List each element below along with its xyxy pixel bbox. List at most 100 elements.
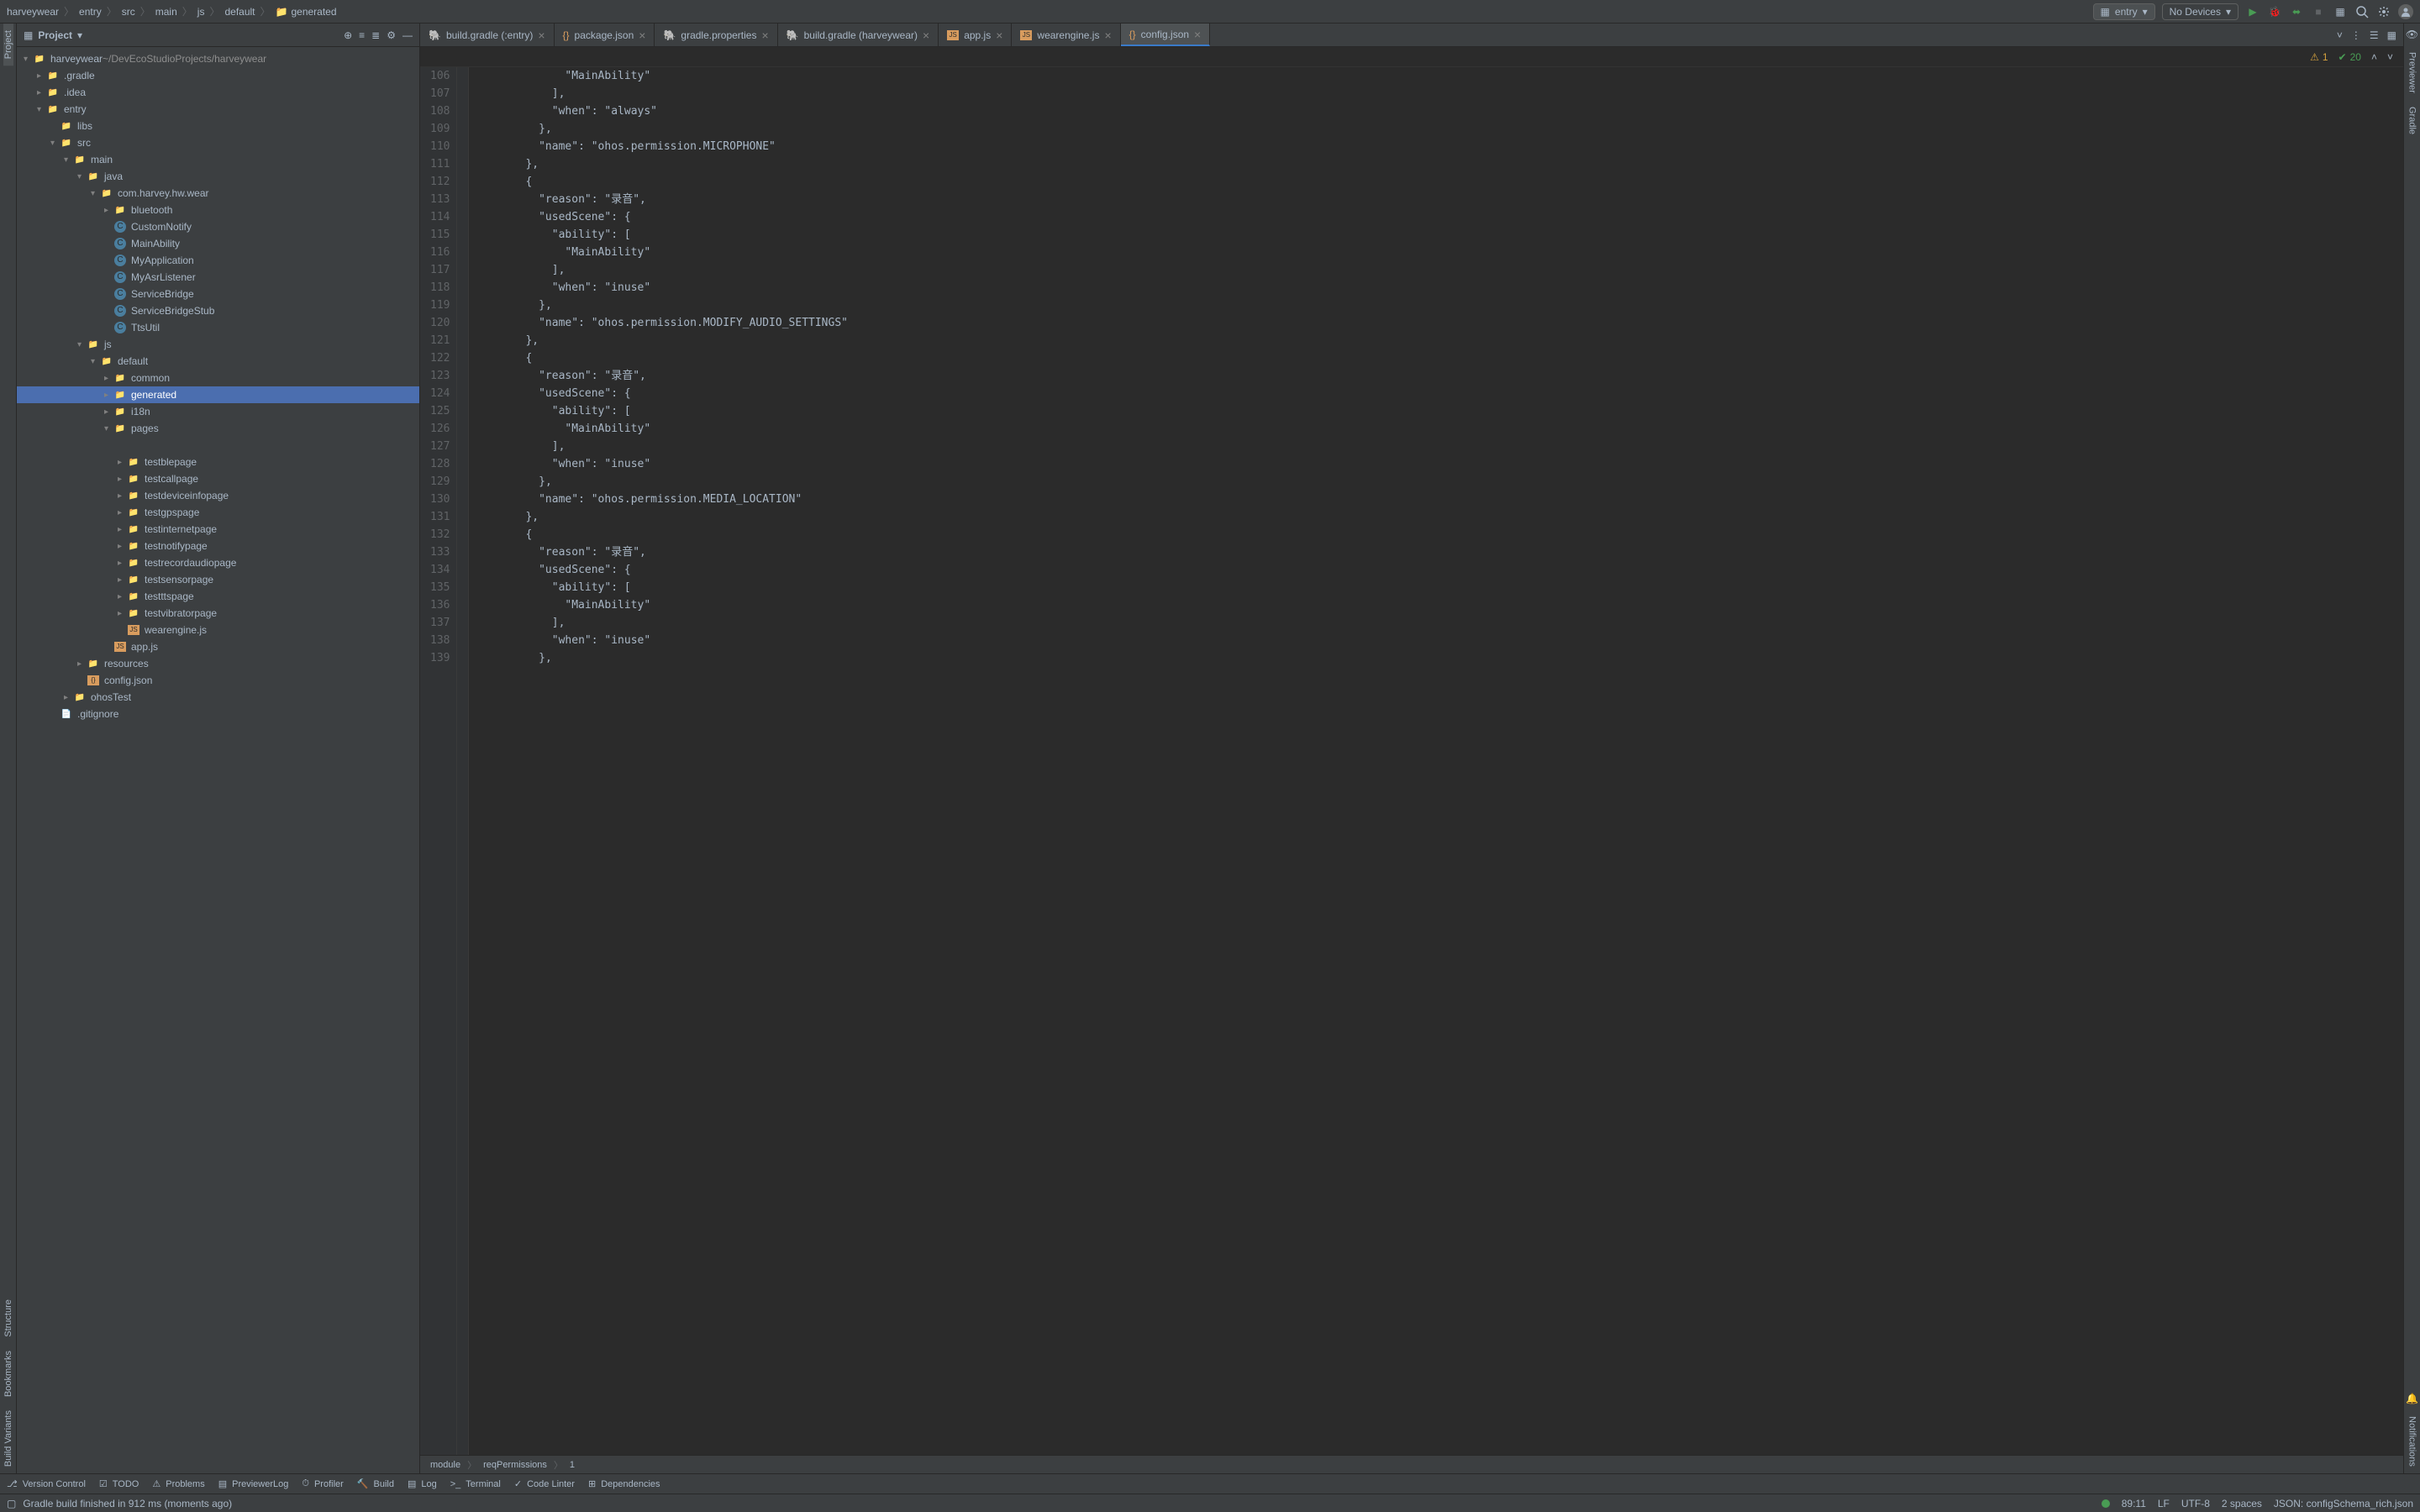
tree-arrow-icon[interactable]: ▾ xyxy=(91,189,101,198)
code-line[interactable]: }, xyxy=(486,155,848,173)
tree-node-bluetooth[interactable]: ▸📁bluetooth xyxy=(17,202,419,218)
tree-arrow-icon[interactable]: ▸ xyxy=(118,542,128,551)
close-icon[interactable]: × xyxy=(538,29,544,42)
code-line[interactable]: }, xyxy=(486,120,848,138)
tree-arrow-icon[interactable]: ▸ xyxy=(118,491,128,501)
tree-node-testdeviceinfopage[interactable]: ▸📁testdeviceinfopage xyxy=(17,487,419,504)
tree-node-com-harvey-hw-wear[interactable]: ▾📁com.harvey.hw.wear xyxy=(17,185,419,202)
code-line[interactable]: "reason": "录音", xyxy=(486,191,848,208)
tree-node-main[interactable]: ▾📁main xyxy=(17,151,419,168)
editor-tab[interactable]: {}package.json× xyxy=(555,24,655,46)
close-icon[interactable]: × xyxy=(639,29,645,42)
code-line[interactable]: "ability": [ xyxy=(486,226,848,244)
tree-arrow-icon[interactable]: ▸ xyxy=(118,609,128,618)
tree-arrow-icon[interactable]: ▾ xyxy=(50,139,60,148)
status-icon[interactable]: ▢ xyxy=(7,1498,16,1509)
code-line[interactable]: }, xyxy=(486,508,848,526)
code-line[interactable]: "MainAbility" xyxy=(486,244,848,261)
tree-node-i18n[interactable]: ▸📁i18n xyxy=(17,403,419,420)
editor-crumb-item[interactable]: module xyxy=(430,1460,460,1470)
bookmarks-tool-tab[interactable]: Bookmarks xyxy=(3,1344,13,1404)
tree-node-MyAsrListener[interactable]: CMyAsrListener xyxy=(17,269,419,286)
code-line[interactable]: "reason": "录音", xyxy=(486,367,848,385)
more-icon[interactable]: ⋮ xyxy=(2351,29,2361,41)
code-line[interactable]: "name": "ohos.permission.MEDIA_LOCATION" xyxy=(486,491,848,508)
tree-node-testinternetpage[interactable]: ▸📁testinternetpage xyxy=(17,521,419,538)
tree-arrow-icon[interactable]: ▸ xyxy=(104,206,114,215)
tree-arrow-icon[interactable]: ▾ xyxy=(77,172,87,181)
code-line[interactable]: { xyxy=(486,173,848,191)
breadcrumb-item[interactable]: generated xyxy=(291,6,336,18)
close-icon[interactable]: × xyxy=(1104,29,1111,42)
code-line[interactable]: ], xyxy=(486,614,848,632)
status-indicator-icon[interactable] xyxy=(2102,1499,2110,1508)
code-line[interactable]: "MainAbility" xyxy=(486,420,848,438)
tree-node-harveywear[interactable]: ▾📁harveywear ~/DevEcoStudioProjects/harv… xyxy=(17,50,419,67)
prev-highlight-icon[interactable]: ˄ xyxy=(2371,51,2377,63)
bottom-tool-problems[interactable]: ⚠Problems xyxy=(152,1478,204,1489)
attach-debugger-button[interactable]: ⬌ xyxy=(2289,4,2304,19)
preview-icon[interactable]: ▦ xyxy=(2387,29,2396,41)
editor-tab[interactable]: 🐘build.gradle (:entry)× xyxy=(420,24,555,46)
tree-node-testrecordaudiopage[interactable]: ▸📁testrecordaudiopage xyxy=(17,554,419,571)
file-encoding[interactable]: UTF-8 xyxy=(2181,1498,2210,1509)
close-icon[interactable]: × xyxy=(923,29,929,42)
code-line[interactable]: "MainAbility" xyxy=(486,67,848,85)
code-line[interactable]: }, xyxy=(486,297,848,314)
tree-node-CustomNotify[interactable]: CCustomNotify xyxy=(17,218,419,235)
code-content[interactable]: "MainAbility" ], "when": "always" }, "na… xyxy=(469,67,848,1455)
breadcrumb-item[interactable]: harveywear xyxy=(7,6,59,18)
code-line[interactable]: "when": "inuse" xyxy=(486,455,848,473)
tree-node-common[interactable]: ▸📁common xyxy=(17,370,419,386)
tree-node-wearengine-js[interactable]: JSwearengine.js xyxy=(17,622,419,638)
code-line[interactable]: { xyxy=(486,526,848,543)
close-icon[interactable]: × xyxy=(1194,28,1201,41)
run-config-selector[interactable]: ▦ entry ▾ xyxy=(2093,3,2155,20)
code-line[interactable]: "usedScene": { xyxy=(486,208,848,226)
next-highlight-icon[interactable]: ˅ xyxy=(2387,51,2393,63)
close-icon[interactable]: × xyxy=(761,29,768,42)
line-separator[interactable]: LF xyxy=(2158,1498,2170,1509)
code-line[interactable]: { xyxy=(486,349,848,367)
previewer-eye-icon[interactable]: 👁 xyxy=(2406,24,2418,45)
tree-arrow-icon[interactable]: ▸ xyxy=(77,659,87,669)
tree-arrow-icon[interactable]: ▸ xyxy=(37,88,47,97)
breadcrumb-item[interactable]: default xyxy=(224,6,255,18)
close-icon[interactable]: × xyxy=(996,29,1002,42)
code-editor[interactable]: 1061071081091101111121131141151161171181… xyxy=(420,67,2403,1455)
tree-arrow-icon[interactable]: ▾ xyxy=(104,424,114,433)
tree-arrow-icon[interactable]: ▸ xyxy=(118,458,128,467)
tree-node-MainAbility[interactable]: CMainAbility xyxy=(17,235,419,252)
code-line[interactable]: "when": "always" xyxy=(486,102,848,120)
collapse-all-icon[interactable]: ≣ xyxy=(371,29,380,41)
tree-arrow-icon[interactable]: ▸ xyxy=(64,693,74,702)
notifications-tool-tab[interactable]: Notifications xyxy=(2407,1410,2417,1473)
code-line[interactable]: ], xyxy=(486,261,848,279)
code-line[interactable]: }, xyxy=(486,649,848,667)
tree-arrow-icon[interactable]: ▸ xyxy=(118,592,128,601)
code-line[interactable]: "when": "inuse" xyxy=(486,279,848,297)
tree-node-MyApplication[interactable]: CMyApplication xyxy=(17,252,419,269)
code-line[interactable]: "when": "inuse" xyxy=(486,632,848,649)
code-line[interactable]: }, xyxy=(486,332,848,349)
bottom-tool-code-linter[interactable]: ✓Code Linter xyxy=(514,1478,575,1489)
debug-button[interactable]: 🐞 xyxy=(2267,4,2282,19)
tree-arrow-icon[interactable]: ▸ xyxy=(118,525,128,534)
project-tree[interactable]: ▾📁harveywear ~/DevEcoStudioProjects/harv… xyxy=(17,47,419,1473)
tree-node--gitignore[interactable]: 📄.gitignore xyxy=(17,706,419,722)
tree-node-libs[interactable]: 📁libs xyxy=(17,118,419,134)
cursor-position[interactable]: 89:11 xyxy=(2122,1498,2146,1509)
code-line[interactable]: "ability": [ xyxy=(486,579,848,596)
tree-node-generated[interactable]: ▸📁generated xyxy=(17,386,419,403)
editor-tab[interactable]: JSwearengine.js× xyxy=(1012,24,1120,46)
code-line[interactable]: ], xyxy=(486,85,848,102)
tree-arrow-icon[interactable]: ▾ xyxy=(37,105,47,114)
chevron-down-icon[interactable]: ˅ xyxy=(2337,29,2343,41)
json-schema[interactable]: JSON: configSchema_rich.json xyxy=(2274,1498,2413,1509)
tree-node-entry[interactable]: ▾📁entry xyxy=(17,101,419,118)
editor-tab[interactable]: {}config.json× xyxy=(1121,24,1211,46)
settings-button[interactable] xyxy=(2376,4,2391,19)
code-line[interactable]: ], xyxy=(486,438,848,455)
previewer-tool-tab[interactable]: Previewer xyxy=(2407,45,2417,100)
tree-node-TtsUtil[interactable]: CTtsUtil xyxy=(17,319,419,336)
